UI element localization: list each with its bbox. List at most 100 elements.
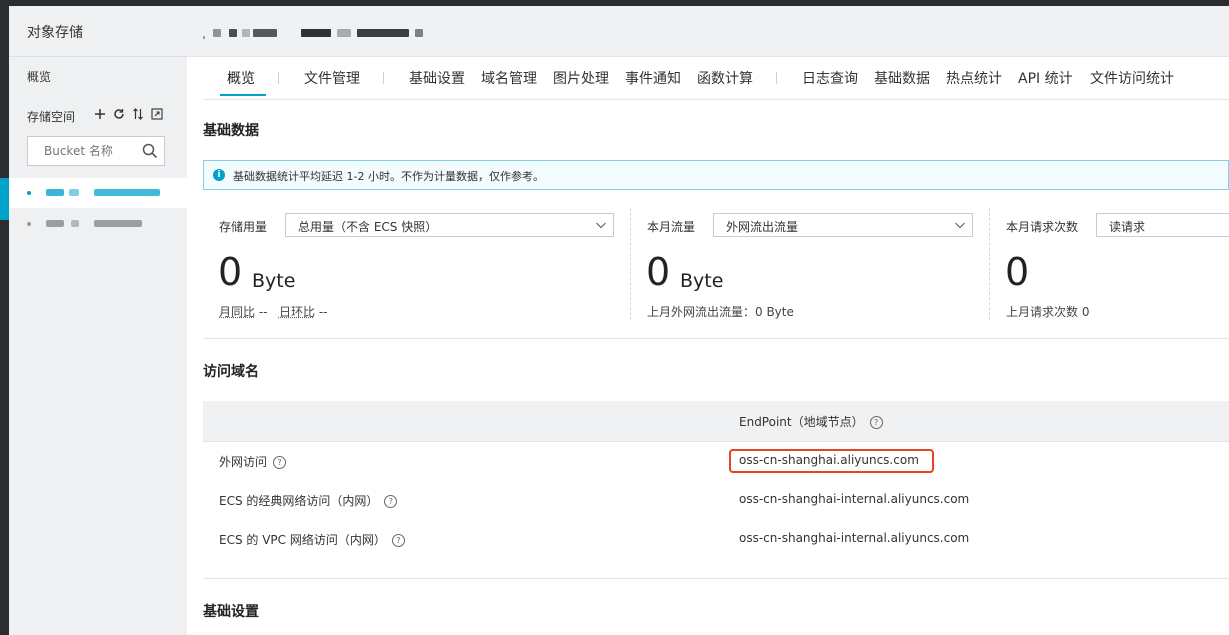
bucket-item-selected[interactable] — [9, 178, 187, 208]
tab-file-management[interactable]: 文件管理 — [304, 68, 360, 88]
sidebar: 对象存储 概览 存储空间 — [0, 6, 187, 635]
plus-icon[interactable] — [93, 107, 107, 121]
classic-endpoint-value[interactable]: oss-cn-shanghai-internal.aliyuncs.com — [739, 492, 969, 506]
tab-basic-settings[interactable]: 基础设置 — [409, 68, 465, 88]
tab-log-query[interactable]: 日志查询 — [802, 68, 858, 88]
redacted-title — [203, 36, 205, 39]
help-icon[interactable]: ? — [273, 456, 287, 469]
redacted-title — [357, 29, 409, 37]
bucket-toolbar — [93, 107, 164, 121]
redacted-bucket-name — [71, 220, 79, 227]
classic-network-label: ECS 的经典网络访问（内网） — [219, 494, 379, 508]
dod-value: -- — [318, 305, 328, 319]
notice-text: 基础数据统计平均延迟 1-2 小时。不作为计量数据，仅作参考。 — [233, 170, 544, 183]
info-icon: i — [213, 169, 225, 181]
endpoint-header-text: EndPoint（地域节点） — [739, 415, 864, 429]
bucket-status-dot — [27, 191, 31, 195]
access-domains-title: 访问域名 — [203, 364, 259, 380]
tab-image-processing[interactable]: 图片处理 — [553, 68, 609, 88]
help-icon[interactable]: ? — [869, 416, 883, 429]
tab-file-access-stats[interactable]: 文件访问统计 — [1090, 68, 1174, 88]
vpc-endpoint-value[interactable]: oss-cn-shanghai-internal.aliyuncs.com — [739, 531, 969, 545]
sort-icon[interactable] — [131, 107, 145, 121]
dod-label: 日环比 — [278, 305, 315, 319]
help-icon[interactable]: ? — [384, 495, 398, 508]
refresh-icon[interactable] — [112, 107, 126, 121]
redacted-title — [213, 29, 221, 37]
tab-domain-management[interactable]: 域名管理 — [481, 68, 537, 88]
redacted-title — [229, 29, 237, 37]
traffic-type-value: 外网流出流量 — [726, 220, 799, 234]
stat-divider — [630, 208, 631, 320]
mom-value: -- — [258, 305, 268, 319]
storage-usage-label: 存储用量 — [219, 220, 268, 234]
redacted-title — [337, 29, 351, 37]
tab-event-notification[interactable]: 事件通知 — [625, 68, 681, 88]
bucket-list-label: 存储空间 — [27, 110, 76, 124]
bucket-search — [27, 136, 165, 166]
section-divider — [203, 338, 1229, 339]
storage-type-value: 总用量（不含 ECS 快照） — [298, 220, 438, 234]
highlight-box — [729, 449, 934, 473]
section-divider — [203, 578, 1229, 579]
tab-function-compute[interactable]: 函数计算 — [697, 68, 753, 88]
bucket-search-input[interactable] — [28, 137, 144, 165]
bucket-status-dot — [27, 222, 31, 226]
redacted-title — [242, 29, 250, 37]
chevron-down-icon — [954, 219, 966, 235]
redacted-bucket-name — [46, 220, 64, 227]
last-month-traffic: 上月外网流出流量：0 Byte — [647, 305, 794, 319]
redacted-bucket-name — [46, 189, 64, 196]
public-access-label: 外网访问 — [219, 455, 268, 469]
redacted-title — [415, 29, 423, 37]
selected-bucket-indicator — [0, 178, 9, 220]
storage-comparison: 月同比 -- 日环比 -- — [219, 303, 327, 320]
redacted-bucket-name — [94, 220, 142, 227]
request-type-select[interactable]: 读请求 — [1096, 213, 1229, 237]
tab-bar: 概览 文件管理 基础设置 域名管理 图片处理 事件通知 函数计算 日志查询 基础… — [203, 57, 1229, 100]
redacted-title — [253, 29, 277, 37]
basic-data-title: 基础数据 — [203, 123, 259, 139]
left-nav-strip — [0, 6, 9, 635]
tab-hotspot-stats[interactable]: 热点统计 — [946, 68, 1002, 88]
basic-settings-title: 基础设置 — [203, 604, 259, 620]
bucket-item[interactable] — [9, 209, 187, 239]
mom-label: 月同比 — [219, 305, 256, 319]
help-icon[interactable]: ? — [391, 534, 405, 547]
monthly-requests-label: 本月请求次数 — [1006, 220, 1079, 234]
domain-row-label: 外网访问? — [219, 453, 287, 470]
page-header — [187, 6, 1229, 57]
tab-separator — [776, 72, 777, 84]
chevron-down-icon — [595, 219, 607, 235]
stat-divider — [989, 208, 990, 320]
info-notice: i 基础数据统计平均延迟 1-2 小时。不作为计量数据，仅作参考。 — [203, 160, 1229, 190]
sidebar-divider — [9, 56, 187, 57]
redacted-bucket-name — [69, 189, 79, 196]
expand-icon[interactable] — [150, 107, 164, 121]
monthly-traffic-value: 0 — [646, 250, 671, 294]
domain-row-label: ECS 的经典网络访问（内网）? — [219, 492, 398, 509]
tab-separator — [278, 72, 279, 84]
tab-basic-data[interactable]: 基础数据 — [874, 68, 930, 88]
monthly-traffic-unit: Byte — [680, 270, 724, 292]
sidebar-item-overview[interactable]: 概览 — [27, 68, 51, 85]
active-tab-underline — [220, 94, 266, 96]
domain-row-label: ECS 的 VPC 网络访问（内网）? — [219, 531, 405, 548]
request-type-value: 读请求 — [1109, 220, 1146, 234]
storage-usage-unit: Byte — [252, 270, 296, 292]
redacted-title — [301, 29, 331, 37]
tab-separator — [383, 72, 384, 84]
search-icon[interactable] — [142, 143, 158, 163]
tab-overview[interactable]: 概览 — [227, 68, 255, 88]
domains-table-header: EndPoint（地域节点）? — [203, 401, 1229, 442]
monthly-requests-value: 0 — [1005, 250, 1030, 294]
last-month-requests: 上月请求次数 0 — [1006, 305, 1090, 319]
tab-api-stats[interactable]: API 统计 — [1018, 68, 1073, 88]
storage-usage-value: 0 — [218, 250, 243, 294]
sidebar-title: 对象存储 — [27, 25, 83, 41]
redacted-bucket-name — [94, 189, 160, 196]
monthly-traffic-label: 本月流量 — [647, 220, 696, 234]
storage-type-select[interactable]: 总用量（不含 ECS 快照） — [285, 213, 614, 237]
traffic-type-select[interactable]: 外网流出流量 — [713, 213, 973, 237]
endpoint-column-header: EndPoint（地域节点）? — [739, 413, 883, 430]
